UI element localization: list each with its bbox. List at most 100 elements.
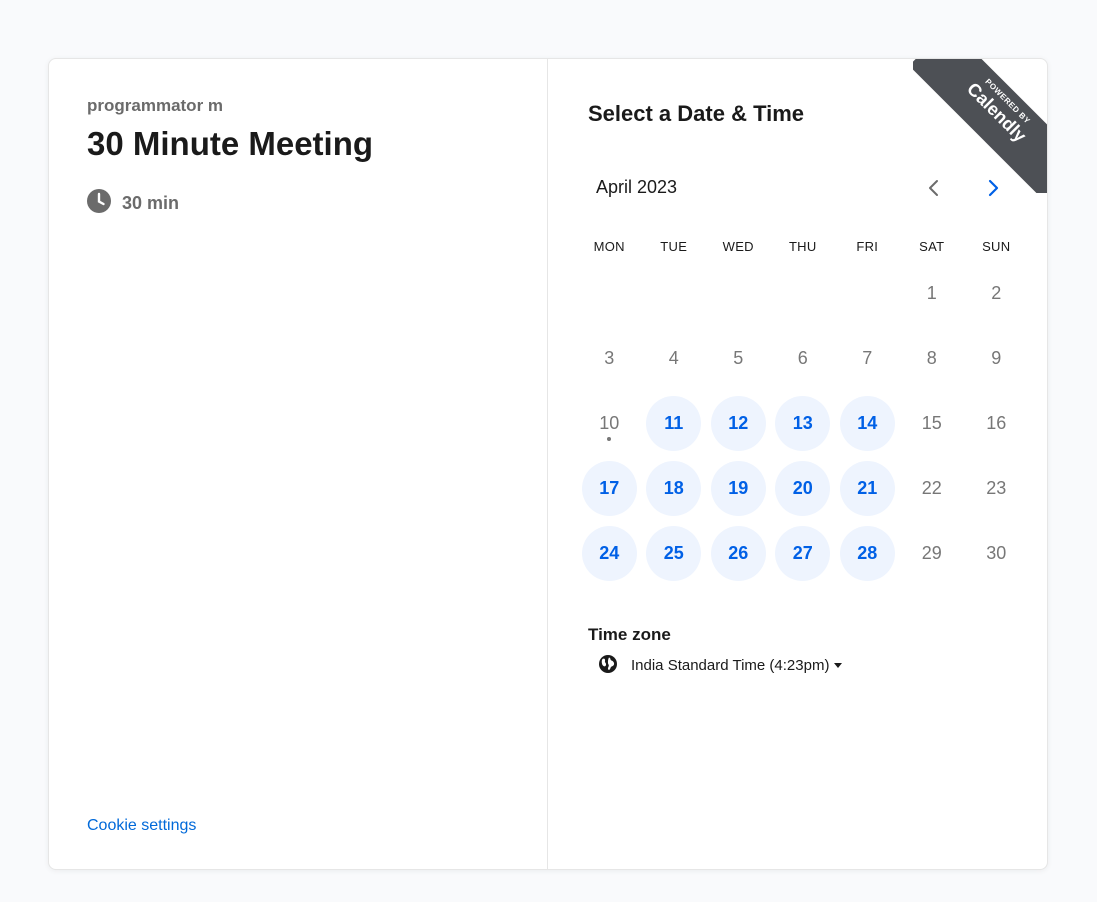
available-day-button[interactable]: 24 <box>581 526 637 581</box>
calendar-cell: 16 <box>964 391 1029 456</box>
calendar-cell: 23 <box>964 456 1029 521</box>
available-day-button[interactable]: 28 <box>839 526 895 581</box>
calendar-cell: 17 <box>577 456 642 521</box>
unavailable-day: 8 <box>904 331 959 386</box>
unavailable-day: 23 <box>969 461 1024 516</box>
powered-by-badge-container: POWERED BY Calendly <box>913 59 1047 193</box>
available-day-button[interactable]: 20 <box>775 461 831 516</box>
today-indicator-dot <box>607 437 612 441</box>
calendar-cell: 18 <box>642 456 707 521</box>
day-number: 6 <box>797 348 808 368</box>
day-number: 29 <box>921 543 942 563</box>
weekday-label: THU <box>788 239 817 254</box>
unavailable-day: 3 <box>582 331 637 386</box>
day-number: 13 <box>792 413 813 433</box>
day-number: 28 <box>857 543 878 563</box>
calendar-cell: 2 <box>964 261 1029 326</box>
unavailable-day: 1 <box>904 266 959 321</box>
unavailable-day: 29 <box>904 526 959 581</box>
unavailable-day: 7 <box>840 331 895 386</box>
calendar-cell: 6 <box>771 326 836 391</box>
day-number: 17 <box>599 478 620 498</box>
unavailable-day: 30 <box>969 526 1024 581</box>
available-day-button[interactable]: 25 <box>646 526 702 581</box>
host-name: programmator m <box>87 96 224 115</box>
available-day-button[interactable]: 27 <box>775 526 831 581</box>
calendar-cell: 9 <box>964 326 1029 391</box>
day-number: 11 <box>664 413 684 433</box>
cookie-settings-link[interactable]: Cookie settings <box>87 817 196 835</box>
available-day-button[interactable]: 18 <box>646 461 702 516</box>
weekday-label: SUN <box>982 239 1011 254</box>
calendar-cell: 22 <box>900 456 965 521</box>
calendar-cell <box>642 261 707 326</box>
available-day-button[interactable]: 12 <box>710 396 766 451</box>
calendar-cell <box>577 261 642 326</box>
day-number: 16 <box>986 413 1007 433</box>
day-number: 4 <box>668 348 679 368</box>
day-number: 22 <box>921 478 942 498</box>
unavailable-day: 15 <box>904 396 959 451</box>
calendar-cell: 12 <box>706 391 771 456</box>
unavailable-day: 10 <box>582 396 637 451</box>
calendar-cell: 30 <box>964 521 1029 586</box>
day-number: 26 <box>728 543 749 563</box>
calendar-cell: 15 <box>900 391 965 456</box>
day-number: 18 <box>663 478 684 498</box>
available-day-button[interactable]: 26 <box>710 526 766 581</box>
weekday-label: MON <box>593 239 625 254</box>
day-number: 30 <box>986 543 1007 563</box>
calendar-cell: 3 <box>577 326 642 391</box>
calendar-cell: 11 <box>642 391 707 456</box>
day-number: 25 <box>663 543 684 563</box>
event-details-panel: programmator m 30 Minute Meeting 30 min … <box>49 59 548 869</box>
unavailable-day: 9 <box>969 331 1024 386</box>
day-number: 10 <box>599 413 620 433</box>
day-number: 24 <box>599 543 620 563</box>
scheduler-title: Select a Date & Time <box>588 101 805 126</box>
day-number: 5 <box>733 348 744 368</box>
day-number: 12 <box>728 413 749 433</box>
day-number: 9 <box>991 348 1002 368</box>
weekday-header: MON TUE WED THU FRI SAT SUN <box>577 239 1029 254</box>
timezone-select[interactable]: India Standard Time (4:23pm) <box>598 654 843 674</box>
unavailable-day: 16 <box>969 396 1024 451</box>
unavailable-day: 22 <box>904 461 959 516</box>
timezone-value: India Standard Time (4:23pm) <box>631 657 830 674</box>
calendar-cell <box>706 261 771 326</box>
day-number: 21 <box>857 478 878 498</box>
clock-icon <box>87 188 111 213</box>
weekday-label: FRI <box>856 239 879 254</box>
calendar-cell: 14 <box>835 391 900 456</box>
calendar-cell: 21 <box>835 456 900 521</box>
available-day-button[interactable]: 19 <box>710 461 766 516</box>
unavailable-day: 6 <box>775 331 830 386</box>
available-day-button[interactable]: 11 <box>646 396 702 451</box>
calendar-cell: 19 <box>706 456 771 521</box>
timezone-label: Time zone <box>588 625 671 644</box>
day-number: 23 <box>986 478 1007 498</box>
calendar-cell <box>771 261 836 326</box>
duration-label: 30 min <box>122 193 180 213</box>
available-day-button[interactable]: 14 <box>839 396 895 451</box>
calendar-cell: 26 <box>706 521 771 586</box>
calendar-grid: 1 2 3 4 5 6 7 8 9 10 11 12 13 14 15 16 17 18 19 20 21 22 23 24 2… <box>577 261 1029 586</box>
powered-by-calendly-badge[interactable]: POWERED BY Calendly <box>913 59 1047 193</box>
calendar-cell: 8 <box>900 326 965 391</box>
weekday-label: WED <box>722 239 754 254</box>
day-number: 8 <box>926 348 937 368</box>
available-day-button[interactable]: 17 <box>581 461 637 516</box>
available-day-button[interactable]: 21 <box>839 461 895 516</box>
calendar-cell: 29 <box>900 521 965 586</box>
day-number: 15 <box>921 413 942 433</box>
day-number: 20 <box>792 478 813 498</box>
calendar-cell: 5 <box>706 326 771 391</box>
event-duration: 30 min <box>87 188 180 214</box>
weekday-label: TUE <box>660 239 688 254</box>
available-day-button[interactable]: 13 <box>775 396 831 451</box>
calendar-cell: 1 <box>900 261 965 326</box>
unavailable-day: 2 <box>969 266 1024 321</box>
unavailable-day: 5 <box>711 331 766 386</box>
caret-down-icon <box>834 663 843 668</box>
calendar-cell: 24 <box>577 521 642 586</box>
